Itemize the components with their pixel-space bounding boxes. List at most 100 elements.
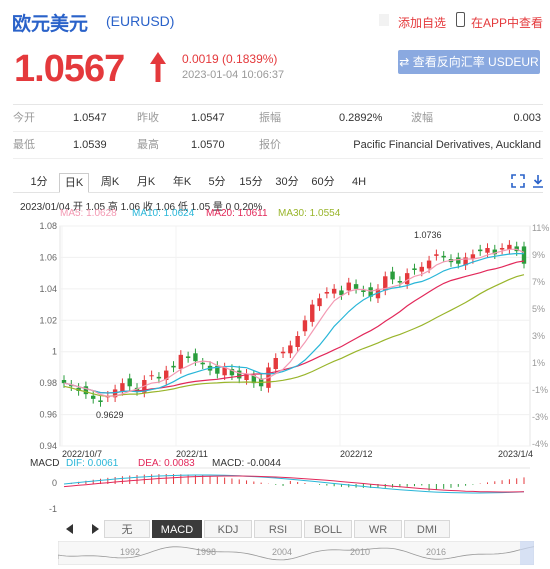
candle-body	[193, 353, 198, 362]
tab-5min[interactable]: 5分	[203, 173, 231, 193]
candle-body	[185, 356, 191, 358]
tab-yearly[interactable]: 年K	[167, 173, 197, 193]
macd-y-tick: 0	[52, 478, 57, 488]
x-tick-label: 2022/12	[340, 449, 373, 459]
y-right-tick-label: -3%	[532, 412, 548, 422]
stat-label: 波幅	[411, 112, 433, 124]
reverse-rate-button[interactable]: ⇄ 查看反向汇率 USDEUR	[398, 50, 540, 74]
download-icon[interactable]	[532, 174, 544, 188]
stats-table: 今开 1.0547 昨收 1.0547 振幅 0.2892% 波幅 0.003 …	[13, 104, 543, 159]
timeline-year: 2004	[272, 547, 292, 557]
timeline-year: 1998	[196, 547, 216, 557]
y-tick-label: 0.94	[39, 441, 57, 451]
tab-1min[interactable]: 1分	[25, 173, 53, 193]
candle-body	[237, 370, 242, 379]
stat-value: 1.0547	[73, 112, 107, 124]
y-tick-label: 1.02	[39, 315, 57, 325]
swap-icon: ⇄	[399, 55, 413, 69]
candle-body	[397, 281, 403, 283]
stat-value: Pacific Financial Derivatives, Auckland	[353, 139, 541, 151]
tab-indicator-wr[interactable]: WR	[354, 520, 402, 538]
high-annotation: 1.0736	[414, 230, 442, 240]
candle-body	[477, 249, 483, 252]
candle-body	[91, 395, 96, 399]
timeline-year: 1992	[120, 547, 140, 557]
y-right-tick-label: 9%	[532, 250, 545, 260]
candle-body	[120, 383, 125, 391]
tab-weekly[interactable]: 周K	[95, 173, 125, 193]
macd-dif: DIF: 0.0061	[66, 458, 119, 469]
current-price: 1.0567	[14, 48, 125, 90]
candle-body	[295, 336, 300, 347]
y-right-tick-label: 11%	[532, 223, 549, 233]
ma5-line	[63, 248, 525, 397]
candle-body	[419, 266, 424, 272]
candle-body	[200, 362, 205, 365]
timeline-navigator[interactable]: 1992 1998 2004 2010 2016	[58, 541, 534, 565]
tab-15min[interactable]: 15分	[235, 173, 267, 193]
tab-4h[interactable]: 4H	[345, 173, 373, 193]
timeline-year: 2016	[426, 547, 446, 557]
candle-body	[353, 284, 359, 289]
header: 欧元美元 (EURUSD) 添加自选 在APP中查看	[0, 0, 550, 38]
view-in-app-link[interactable]: 在APP中查看	[471, 14, 543, 31]
stat-value: 1.0547	[191, 112, 225, 124]
symbol-code: (EURUSD)	[106, 13, 175, 29]
candle-body	[361, 290, 366, 292]
stat-label: 最高	[137, 139, 159, 151]
candle-body	[317, 298, 322, 307]
fullscreen-icon[interactable]	[511, 174, 525, 188]
y-right-tick-label: -1%	[532, 385, 548, 395]
tab-indicator-dmi[interactable]: DMI	[404, 520, 450, 538]
macd-label: MACD	[30, 458, 60, 469]
candle-body	[412, 268, 417, 270]
scroll-right-icon[interactable]	[92, 524, 99, 534]
phone-icon[interactable]	[456, 12, 465, 27]
candle-body	[456, 257, 461, 264]
tab-daily[interactable]: 日K	[59, 173, 89, 193]
tab-indicator-macd[interactable]: MACD	[152, 520, 202, 538]
tab-indicator-none[interactable]: 无	[104, 520, 150, 538]
scroll-left-icon[interactable]	[66, 524, 73, 534]
candle-body	[273, 358, 278, 369]
candle-body	[324, 292, 330, 294]
kline-chart[interactable]: 1.08 1.06 1.04 1.02 1 0.98 0.96 0.94 11% 9% 7% 5% 3%…	[0, 218, 550, 518]
y-right-tick-label: 7%	[532, 277, 545, 287]
candle-body	[156, 376, 162, 379]
stat-label: 报价	[259, 139, 281, 151]
quote-time: 2023-01-04 10:06:37	[182, 69, 285, 81]
candle-body	[302, 320, 308, 332]
tab-indicator-kdj[interactable]: KDJ	[204, 520, 252, 538]
stats-row: 今开 1.0547 昨收 1.0547 振幅 0.2892% 波幅 0.003	[13, 105, 543, 132]
stat-value: 0.2892%	[339, 112, 383, 124]
candle-body	[61, 380, 67, 384]
stat-label: 最低	[13, 139, 35, 151]
tab-indicator-rsi[interactable]: RSI	[254, 520, 302, 538]
macd-value: MACD: -0.0044	[212, 458, 281, 469]
add-favorite-button[interactable]: 添加自选	[398, 14, 446, 31]
y-tick-label: 1.04	[39, 284, 57, 294]
candle-body	[83, 386, 89, 395]
tab-indicator-boll[interactable]: BOLL	[304, 520, 352, 538]
macd-y-tick: -1	[49, 504, 57, 514]
price-change: 0.0019 (0.1839%)	[182, 52, 278, 66]
y-right-tick-label: 3%	[532, 331, 545, 341]
y-right-tick-label: 1%	[532, 358, 545, 368]
candle-body	[171, 365, 176, 368]
y-right-tick-label: -4%	[532, 439, 548, 449]
candle-body	[441, 255, 446, 258]
dea-line	[63, 475, 525, 493]
candle-body	[331, 288, 337, 294]
candle-body	[434, 254, 439, 256]
stat-label: 今开	[13, 112, 35, 124]
favorite-icon[interactable]	[379, 14, 389, 26]
candle-body	[426, 260, 432, 269]
y-tick-label: 1.06	[39, 252, 57, 262]
candle-body	[178, 354, 184, 369]
ma30-line	[63, 274, 525, 397]
low-annotation: 0.9629	[96, 410, 124, 420]
tab-60min[interactable]: 60分	[307, 173, 339, 193]
tab-30min[interactable]: 30分	[271, 173, 303, 193]
candle-body	[310, 304, 315, 322]
tab-monthly[interactable]: 月K	[131, 173, 161, 193]
